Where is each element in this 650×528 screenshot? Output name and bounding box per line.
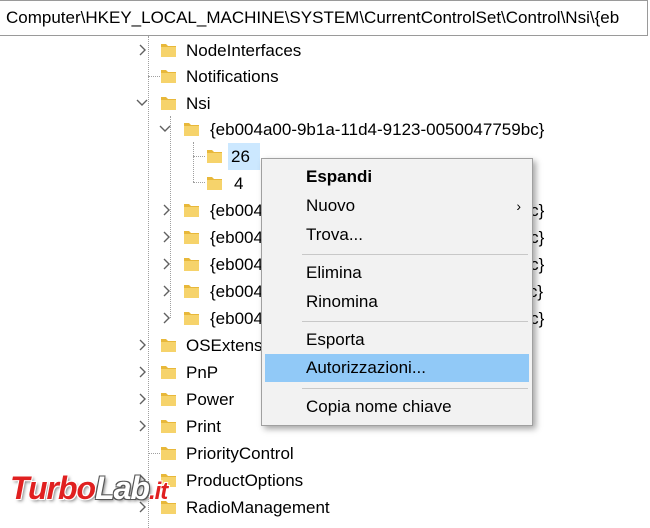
submenu-arrow-icon: › xyxy=(516,198,521,214)
folder-icon xyxy=(160,363,178,381)
menu-separator xyxy=(302,388,528,389)
chevron-right-icon[interactable] xyxy=(161,278,175,305)
tree-label: 4 xyxy=(234,174,244,193)
tree-label: Print xyxy=(186,417,221,436)
tree-label: Nsi xyxy=(186,94,211,113)
chevron-right-icon[interactable] xyxy=(137,359,151,386)
tree-node-nsi[interactable]: Nsi xyxy=(0,90,650,117)
folder-icon xyxy=(160,67,178,85)
tree-label: RadioManagement xyxy=(186,498,330,517)
tree-label: ProductOptions xyxy=(186,471,304,490)
chevron-right-icon[interactable] xyxy=(137,386,151,413)
tree-label: PnP xyxy=(186,363,219,382)
menu-item-rename[interactable]: Rinomina xyxy=(265,288,529,316)
folder-icon xyxy=(183,120,201,138)
menu-item-delete[interactable]: Elimina xyxy=(265,259,529,287)
address-bar[interactable]: Computer\HKEY_LOCAL_MACHINE\SYSTEM\Curre… xyxy=(0,0,648,36)
menu-item-new[interactable]: Nuovo › xyxy=(265,192,529,220)
tree-node-nsi-guid-main[interactable]: {eb004a00-9b1a-11d4-9123-0050047759bc} xyxy=(0,116,650,143)
chevron-right-icon[interactable] xyxy=(137,332,151,359)
folder-icon xyxy=(160,390,178,408)
chevron-right-icon[interactable] xyxy=(161,224,175,251)
menu-item-expand[interactable]: Espandi xyxy=(265,163,529,191)
tree-label: Power xyxy=(186,390,235,409)
turbolab-watermark-logo: TurboLab.it xyxy=(10,470,168,506)
menu-item-export[interactable]: Esporta xyxy=(265,326,529,354)
folder-icon xyxy=(183,282,201,300)
tree-label: {eb004a00-9b1a-11d4-9123-0050047759bc} xyxy=(210,120,545,139)
chevron-right-icon[interactable] xyxy=(161,197,175,224)
menu-item-permissions[interactable]: Autorizzazioni... xyxy=(265,354,529,382)
context-menu: Espandi Nuovo › Trova... Elimina Rinomin… xyxy=(261,158,533,426)
folder-icon xyxy=(183,309,201,327)
menu-item-find[interactable]: Trova... xyxy=(265,221,529,249)
menu-separator xyxy=(302,321,528,322)
tree-node-nodeinterfaces[interactable]: NodeInterfaces xyxy=(0,37,650,64)
chevron-right-icon[interactable] xyxy=(137,37,151,64)
menu-item-copy-key-name[interactable]: Copia nome chiave xyxy=(265,393,529,421)
folder-icon xyxy=(160,417,178,435)
menu-separator xyxy=(302,254,528,255)
tree-label-selected: 26 xyxy=(228,143,260,170)
folder-icon xyxy=(160,444,178,462)
tree-label: NodeInterfaces xyxy=(186,41,302,60)
tree-node-prioritycontrol[interactable]: PriorityControl xyxy=(0,440,650,467)
chevron-right-icon[interactable] xyxy=(161,251,175,278)
address-path: Computer\HKEY_LOCAL_MACHINE\SYSTEM\Curre… xyxy=(6,8,620,27)
tree-label: PriorityControl xyxy=(186,444,294,463)
folder-icon xyxy=(206,147,224,165)
folder-icon xyxy=(160,94,178,112)
folder-icon xyxy=(183,228,201,246)
chevron-right-icon[interactable] xyxy=(137,413,151,440)
folder-icon xyxy=(160,41,178,59)
chevron-down-icon[interactable] xyxy=(136,90,150,117)
chevron-down-icon[interactable] xyxy=(159,116,173,143)
tree-node-notifications[interactable]: Notifications xyxy=(0,63,650,90)
tree-label: Notifications xyxy=(186,67,279,86)
folder-icon xyxy=(183,201,201,219)
chevron-right-icon[interactable] xyxy=(161,305,175,332)
folder-icon xyxy=(206,174,224,192)
folder-icon xyxy=(160,336,178,354)
folder-icon xyxy=(183,255,201,273)
